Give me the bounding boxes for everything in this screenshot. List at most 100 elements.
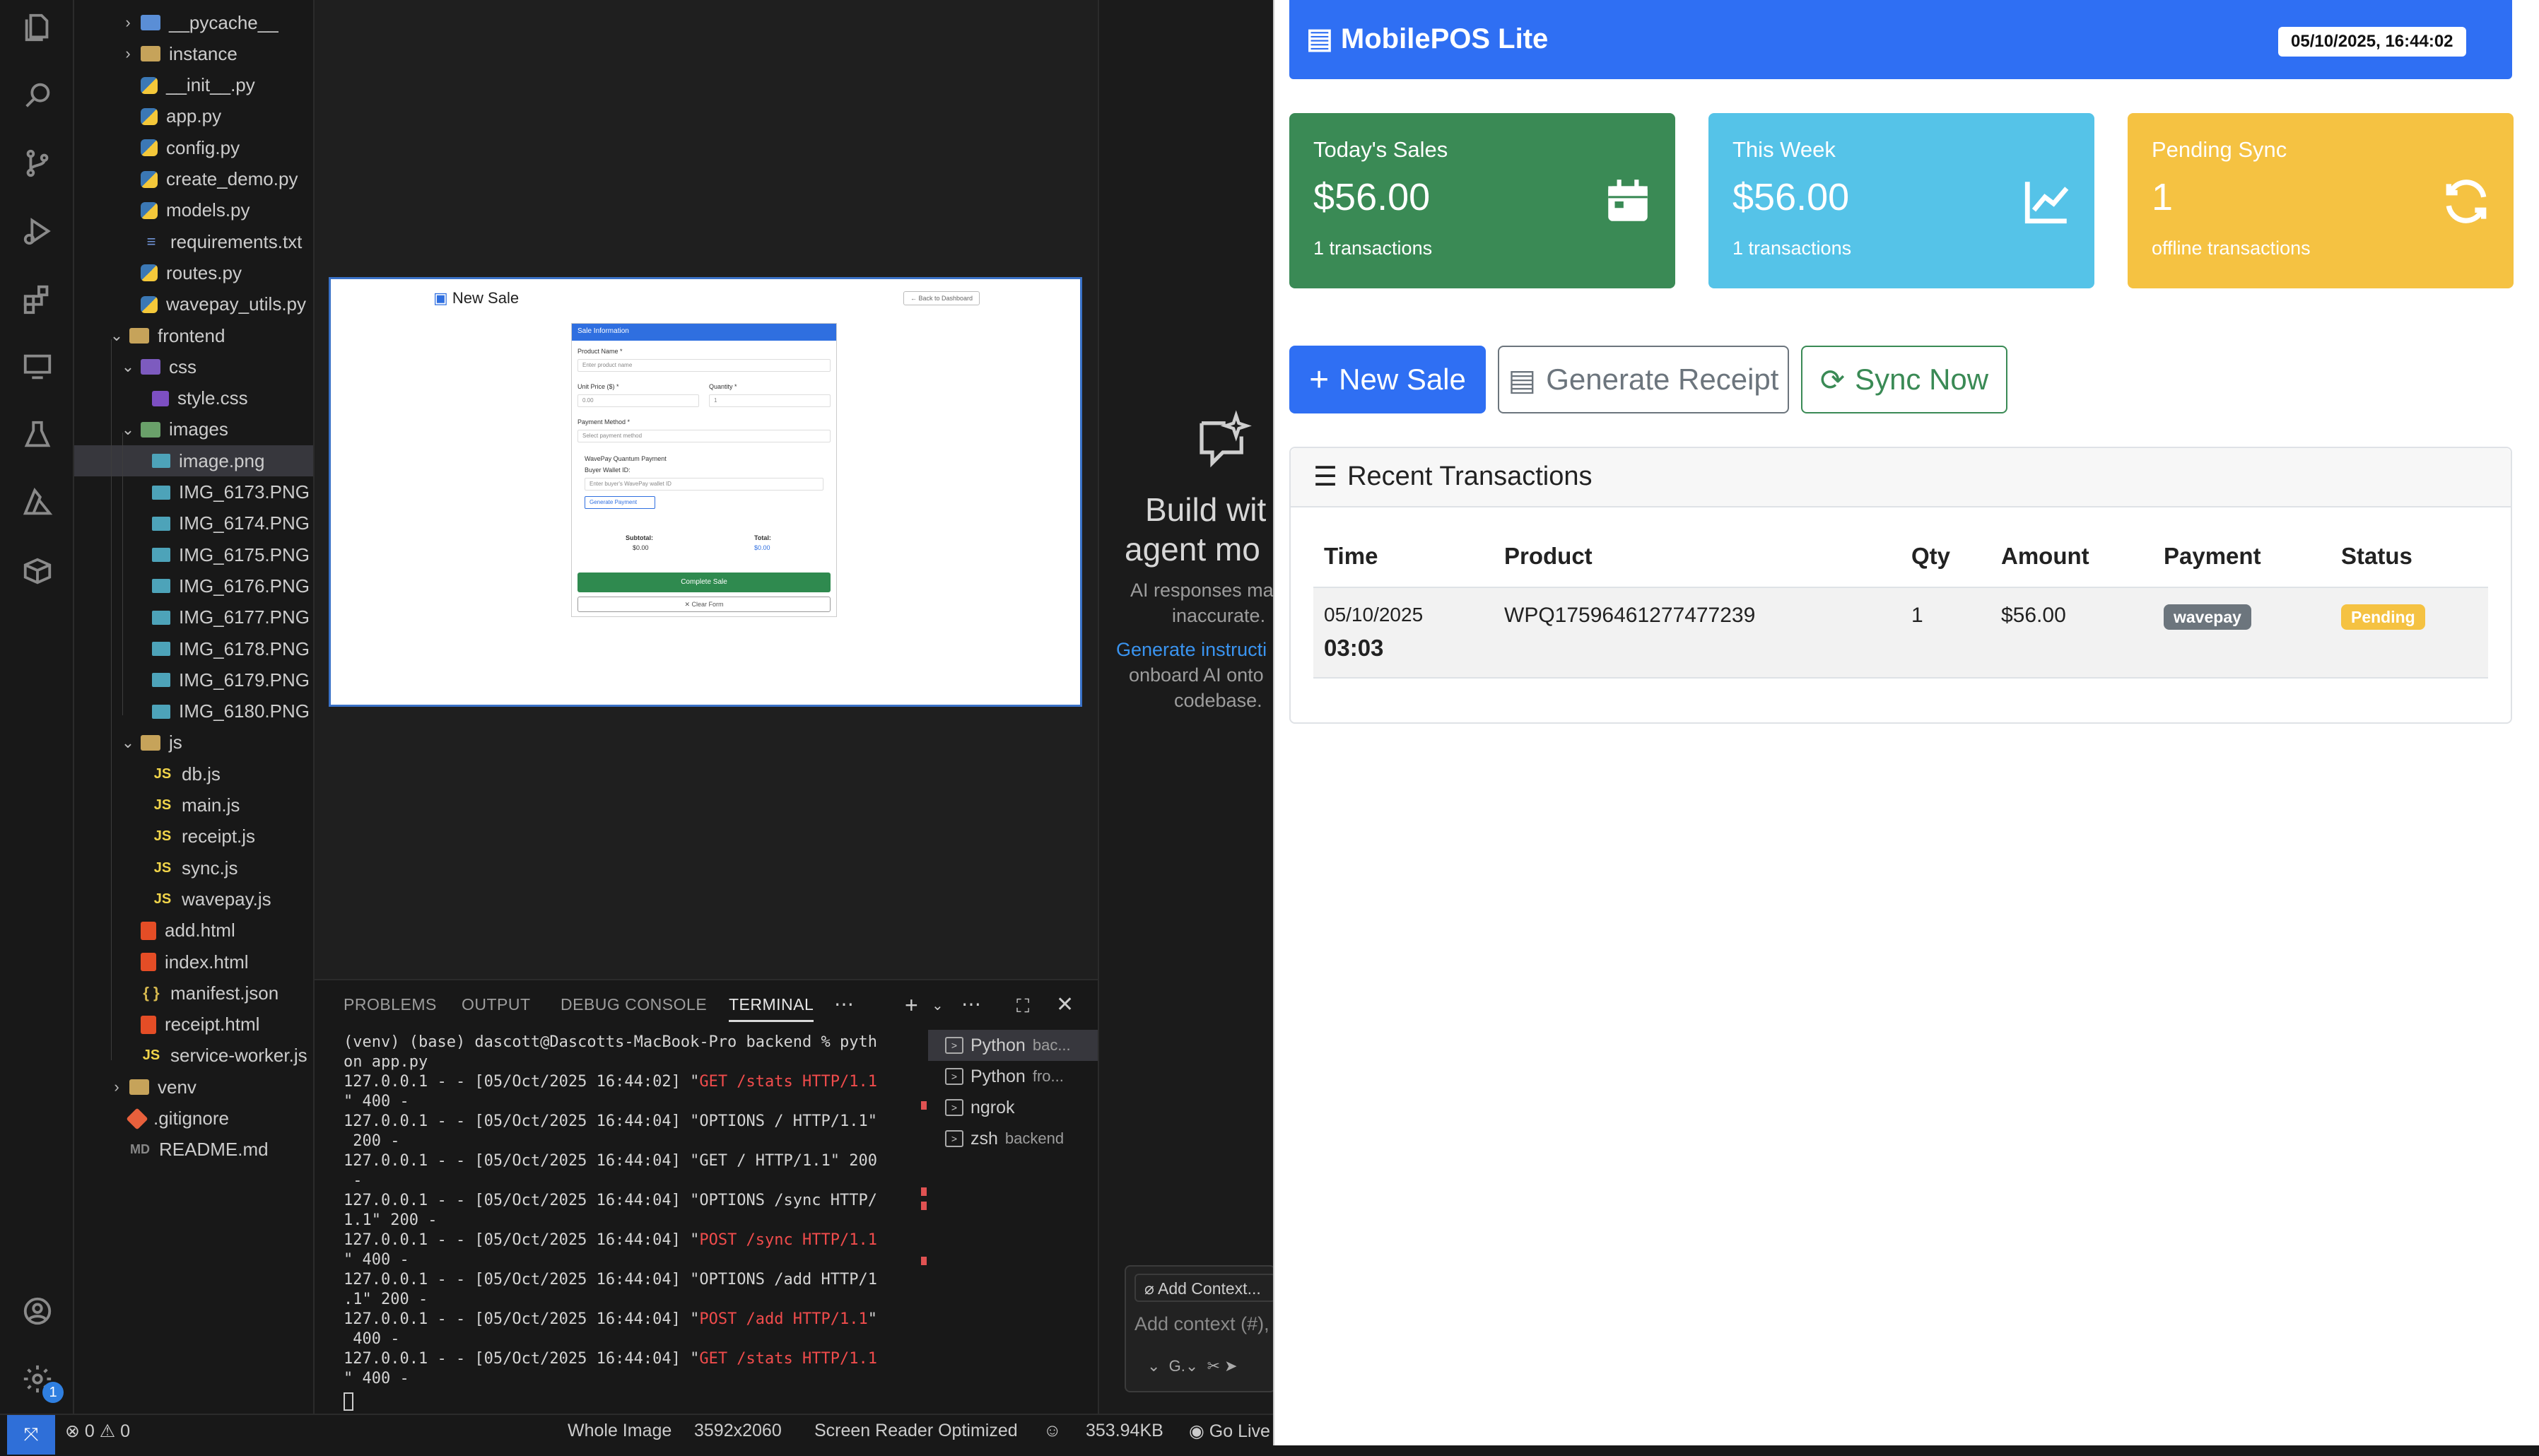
tree-item-img-6178-png[interactable]: IMG_6178.PNG	[74, 633, 313, 664]
stat-value: $56.00	[1313, 176, 1431, 218]
terminal-line: 127.0.0.1 - - [05/Oct/2025 16:44:04] "PO…	[344, 1231, 877, 1249]
tree-item-main-js[interactable]: JS main.js	[74, 790, 313, 821]
pos-brand[interactable]: ▤ MobilePOS Lite	[1306, 23, 1548, 55]
new-sale-button[interactable]: + New Sale	[1289, 346, 1486, 413]
sync-now-button[interactable]: ⟳ Sync Now	[1801, 346, 2007, 413]
screen-reader-status[interactable]: Screen Reader Optimized	[814, 1421, 1018, 1441]
run-debug-icon[interactable]	[20, 213, 55, 249]
tree-item-models-py[interactable]: models.py	[74, 195, 313, 226]
tree-item-wavepay-js[interactable]: JS wavepay.js	[74, 883, 313, 915]
more-actions-icon[interactable]: ⋯	[961, 992, 981, 1016]
col-qty: Qty	[1911, 543, 1951, 569]
panel-overflow-icon[interactable]: ⋯	[834, 992, 854, 1016]
tree-item-label: index.html	[165, 951, 249, 973]
azure-icon[interactable]	[20, 485, 55, 520]
maximize-panel-icon[interactable]: ⛶	[1016, 995, 1029, 1018]
terminal-text: -	[344, 1172, 363, 1190]
copilot-icon[interactable]: ☺	[1043, 1421, 1062, 1441]
panel-tab-terminal[interactable]: TERMINAL	[729, 995, 814, 1022]
preview-subtotal-value: $0.00	[633, 544, 649, 551]
tree-item-requirements-txt[interactable]: ≡ requirements.txt	[74, 226, 313, 257]
tree-item-index-html[interactable]: index.html	[74, 946, 313, 977]
tree-item-image-png[interactable]: image.png	[74, 445, 313, 477]
file-size-status[interactable]: 353.94KB	[1086, 1421, 1163, 1441]
send-icon[interactable]: ➤	[1224, 1357, 1237, 1375]
tree-item-add-html[interactable]: add.html	[74, 915, 313, 946]
terminal-text: 127.0.0.1 - - [05/Oct/2025 16:44:02] "	[344, 1073, 700, 1091]
preview-title: ▣ New Sale	[433, 289, 520, 307]
tree-item-readme-md[interactable]: MD README.md	[74, 1134, 313, 1166]
remote-explorer-icon[interactable]	[20, 349, 55, 384]
stat-sub: 1 transactions	[1313, 237, 1433, 259]
tree-item-style-css[interactable]: style.css	[74, 383, 313, 414]
problems-status[interactable]: ⊗ 0 ⚠ 0	[65, 1421, 130, 1442]
tree-item-app-py[interactable]: app.py	[74, 101, 313, 132]
tree-item-frontend[interactable]: ⌄ frontend	[74, 320, 313, 351]
tree-item-instance[interactable]: › instance	[74, 38, 313, 69]
table-row[interactable]	[1313, 587, 2488, 679]
go-live-button[interactable]: ◉ Go Live	[1189, 1421, 1270, 1442]
chat-mode-dropdown[interactable]: ⌄ G.⌄ ✂ ➤	[1147, 1357, 1238, 1375]
tree-item-img-6175-png[interactable]: IMG_6175.PNG	[74, 539, 313, 570]
testing-icon[interactable]	[20, 417, 55, 452]
tree-item-img-6179-png[interactable]: IMG_6179.PNG	[74, 664, 313, 695]
add-context-button[interactable]: ⌀ Add Context...	[1134, 1274, 1276, 1302]
panel-tab-debug-console[interactable]: DEBUG CONSOLE	[561, 995, 707, 1014]
tree-item-config-py[interactable]: config.py	[74, 132, 313, 163]
image-dimensions-status[interactable]: 3592x2060	[694, 1421, 782, 1441]
tree-item-create-demo-py[interactable]: create_demo.py	[74, 164, 313, 195]
account-icon[interactable]	[20, 1293, 55, 1329]
generate-instructions-link[interactable]: Generate instructi	[1116, 639, 1267, 661]
remote-indicator-icon[interactable]: ⤧	[7, 1415, 55, 1455]
tree-item-css[interactable]: ⌄ css	[74, 351, 313, 382]
tree-item-img-6173-png[interactable]: IMG_6173.PNG	[74, 477, 313, 508]
tree-item-img-6174-png[interactable]: IMG_6174.PNG	[74, 508, 313, 539]
col-product: Product	[1504, 543, 1593, 569]
terminal-detail: fro...	[1032, 1067, 1064, 1085]
terminal-instance[interactable]: > Python bac...	[928, 1030, 1098, 1061]
tree-item-img-6176-png[interactable]: IMG_6176.PNG	[74, 570, 313, 601]
terminal-dropdown-icon[interactable]: ⌄	[932, 997, 944, 1014]
tree-item-receipt-html[interactable]: receipt.html	[74, 1009, 313, 1040]
tree-item-manifest-json[interactable]: { } manifest.json	[74, 977, 313, 1009]
panel-tab-output[interactable]: OUTPUT	[462, 995, 531, 1014]
tree-item-service-worker-js[interactable]: JS service-worker.js	[74, 1040, 313, 1072]
terminal-text: 127.0.0.1 - - [05/Oct/2025 16:44:04] "OP…	[344, 1192, 877, 1209]
chat-input-placeholder: Add context (#),	[1134, 1313, 1270, 1334]
py-file-icon	[141, 107, 158, 125]
terminal-instance[interactable]: > ngrok	[928, 1092, 1098, 1123]
tools-icon[interactable]: ✂	[1207, 1357, 1220, 1375]
extensions-icon[interactable]	[20, 281, 55, 317]
whole-image-status[interactable]: Whole Image	[568, 1421, 672, 1441]
generate-receipt-button[interactable]: ▤ Generate Receipt	[1498, 346, 1789, 413]
chat-input-box[interactable]: ⌀ Add Context... Add context (#), ⌄ G.⌄ …	[1125, 1265, 1276, 1392]
tree-item-js[interactable]: ⌄ js	[74, 727, 313, 758]
tree-item-label: service-worker.js	[170, 1045, 307, 1067]
tree-item-sync-js[interactable]: JS sync.js	[74, 852, 313, 883]
tree-item-pycache[interactable]: › __pycache__	[74, 7, 313, 38]
tree-item-images[interactable]: ⌄ images	[74, 414, 313, 445]
col-status: Status	[2341, 543, 2412, 569]
panel-tab-problems[interactable]: PROBLEMS	[344, 995, 437, 1014]
containers-icon[interactable]	[20, 553, 55, 588]
tree-item-init-py[interactable]: __init__.py	[74, 70, 313, 101]
terminal-instance[interactable]: > zsh backend	[928, 1123, 1098, 1154]
tree-item-label: images	[169, 418, 228, 440]
tree-item-db-js[interactable]: JS db.js	[74, 758, 313, 789]
tree-item-gitignore[interactable]: .gitignore	[74, 1103, 313, 1134]
tree-item-receipt-js[interactable]: JS receipt.js	[74, 821, 313, 852]
explorer-icon[interactable]	[20, 10, 55, 45]
terminal-line: 127.0.0.1 - - [05/Oct/2025 16:44:04] "GE…	[344, 1350, 877, 1368]
source-control-icon[interactable]	[20, 146, 55, 181]
terminal-instance[interactable]: > Python fro...	[928, 1061, 1098, 1092]
tree-item-routes-py[interactable]: routes.py	[74, 257, 313, 288]
close-panel-icon[interactable]: ✕	[1056, 992, 1074, 1017]
search-icon[interactable]	[20, 78, 55, 113]
tree-item-img-6180-png[interactable]: IMG_6180.PNG	[74, 696, 313, 727]
tree-item-img-6177-png[interactable]: IMG_6177.PNG	[74, 602, 313, 633]
new-terminal-icon[interactable]: +	[905, 992, 918, 1018]
tree-item-venv[interactable]: › venv	[74, 1072, 313, 1103]
img-file-icon	[152, 642, 170, 656]
indent-guide	[122, 433, 123, 715]
tree-item-wavepay-utils-py[interactable]: wavepay_utils.py	[74, 289, 313, 320]
